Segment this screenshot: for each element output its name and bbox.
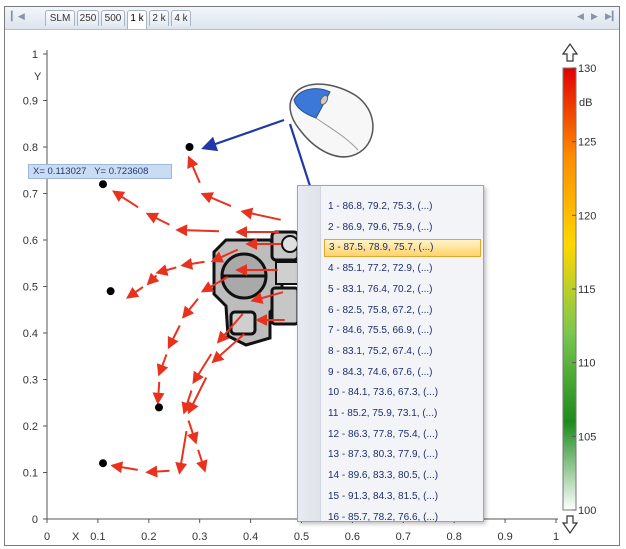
y-tick-label: 0.6	[23, 235, 38, 247]
colorbar-tick-label: 125	[578, 137, 596, 149]
colorbar-tick-label: 130	[578, 63, 596, 75]
arrow-down-icon[interactable]	[561, 515, 579, 535]
colorbar-unit: dB	[579, 97, 592, 109]
context-menu-item[interactable]: 6 - 82.5, 75.8, 67.2, (...)	[324, 302, 481, 320]
y-tick-label: 0.8	[23, 142, 38, 154]
context-menu-item[interactable]: 9 - 84.3, 74.6, 67.6, (...)	[324, 364, 481, 382]
context-menu-item[interactable]: 1 - 86.8, 79.2, 75.3, (...)	[324, 198, 481, 216]
x-tick-label: 0.2	[141, 531, 156, 543]
y-tick-label: 0.2	[23, 421, 38, 433]
path-arrow	[240, 207, 281, 221]
mouse-icon	[289, 83, 374, 158]
x-tick-label: 1	[553, 531, 559, 543]
x-tick-label: 0.5	[294, 531, 309, 543]
machine-icon	[212, 230, 300, 347]
path-arrow	[110, 461, 138, 474]
y-tick-label: 0	[32, 514, 38, 526]
y-tick-label: 0.4	[23, 328, 38, 340]
measurement-point[interactable]	[154, 403, 163, 412]
context-menu-item[interactable]: 3 - 87.5, 78.9, 75.7, (...)	[324, 239, 481, 258]
measurement-point[interactable]	[106, 287, 115, 296]
path-arrow	[187, 377, 208, 415]
context-menu-item[interactable]: 11 - 85.2, 75.9, 73.1, (...)	[324, 405, 481, 423]
path-arrow	[180, 257, 205, 270]
y-tick-label: 0.1	[23, 468, 38, 480]
measurement-point[interactable]	[98, 180, 107, 189]
context-menu-item[interactable]: 15 - 91.3, 84.3, 81.5, (...)	[324, 488, 481, 506]
path-arrow	[187, 155, 201, 184]
context-menu-item[interactable]: 16 - 85.7, 78.2, 76.6, (...)	[324, 509, 481, 527]
y-tick-label: 0.5	[23, 282, 38, 294]
context-menu-item[interactable]: 7 - 84.6, 75.5, 66.9, (...)	[324, 322, 481, 340]
path-arrow	[145, 465, 170, 478]
colorbar-tick-label: 115	[578, 284, 596, 296]
x-tick-label: 0.6	[345, 531, 360, 543]
path-arrow	[111, 190, 139, 209]
arrow-up-icon[interactable]	[561, 42, 579, 62]
x-tick-label: 0.8	[447, 531, 462, 543]
context-menu-item[interactable]: 2 - 86.9, 79.6, 75.9, (...)	[324, 219, 481, 237]
x-tick-label: 0.7	[396, 531, 411, 543]
x-tick-label: 0	[44, 531, 50, 543]
x-tick-label: 0.4	[243, 531, 258, 543]
path-arrow	[155, 264, 177, 276]
context-menu-item[interactable]: 13 - 87.3, 80.3, 77.9, (...)	[324, 446, 481, 464]
path-arrow	[175, 430, 188, 475]
context-menu-item[interactable]: 4 - 85.1, 77.2, 72.9, (...)	[324, 260, 481, 278]
colorbar-tick-label: 105	[578, 431, 596, 443]
y-tick-label: 1	[32, 49, 38, 61]
colorbar-tick-label: 100	[578, 505, 596, 517]
path-arrow	[196, 449, 208, 473]
y-tick-label: 0.9	[23, 96, 38, 108]
colorbar-tick-label: 120	[578, 210, 596, 222]
context-menu-item[interactable]: 5 - 83.1, 76.4, 70.2, (...)	[324, 281, 481, 299]
path-arrow	[167, 325, 181, 350]
context-menu-icon-strip	[298, 186, 321, 521]
x-tick-label: 0.3	[192, 531, 207, 543]
path-arrow	[200, 192, 232, 207]
path-arrow	[146, 272, 160, 286]
readout-y: Y= 0.723608	[94, 166, 149, 177]
readout-x: X= 0.113027	[33, 166, 87, 177]
path-arrow	[187, 420, 199, 445]
context-menu-item[interactable]: 14 - 89.6, 83.3, 80.5, (...)	[324, 467, 481, 485]
y-tick-label: 0.7	[23, 189, 38, 201]
path-arrow	[156, 354, 169, 377]
x-tick-label: 0.9	[497, 531, 512, 543]
measurement-point[interactable]	[185, 143, 194, 151]
measurement-point[interactable]	[98, 459, 107, 468]
path-arrow	[192, 353, 213, 385]
path-arrow	[152, 381, 165, 405]
path-arrow	[145, 212, 170, 226]
context-menu: 1 - 86.8, 79.2, 75.3, (...) 2 - 86.9, 79.…	[297, 185, 484, 523]
y-tick-label: 0.3	[23, 375, 38, 387]
path-arrow	[175, 224, 220, 237]
colorbar-tick-label: 110	[578, 358, 596, 370]
context-menu-item[interactable]: 12 - 86.3, 77.8, 75.4, (...)	[324, 426, 481, 444]
pointer-arrow	[201, 118, 285, 152]
path-arrow	[182, 298, 199, 319]
x-tick-label: 0.1	[90, 531, 105, 543]
context-menu-item[interactable]: 10 - 84.1, 73.6, 67.3, (...)	[324, 384, 481, 402]
path-arrow	[126, 286, 144, 299]
coordinate-readout: X= 0.113027 Y= 0.723608	[28, 164, 172, 179]
x-axis-label: X	[72, 531, 80, 543]
context-menu-item[interactable]: 8 - 83.1, 75.2, 67.4, (...)	[324, 343, 481, 361]
y-axis-label: Y	[34, 71, 42, 83]
